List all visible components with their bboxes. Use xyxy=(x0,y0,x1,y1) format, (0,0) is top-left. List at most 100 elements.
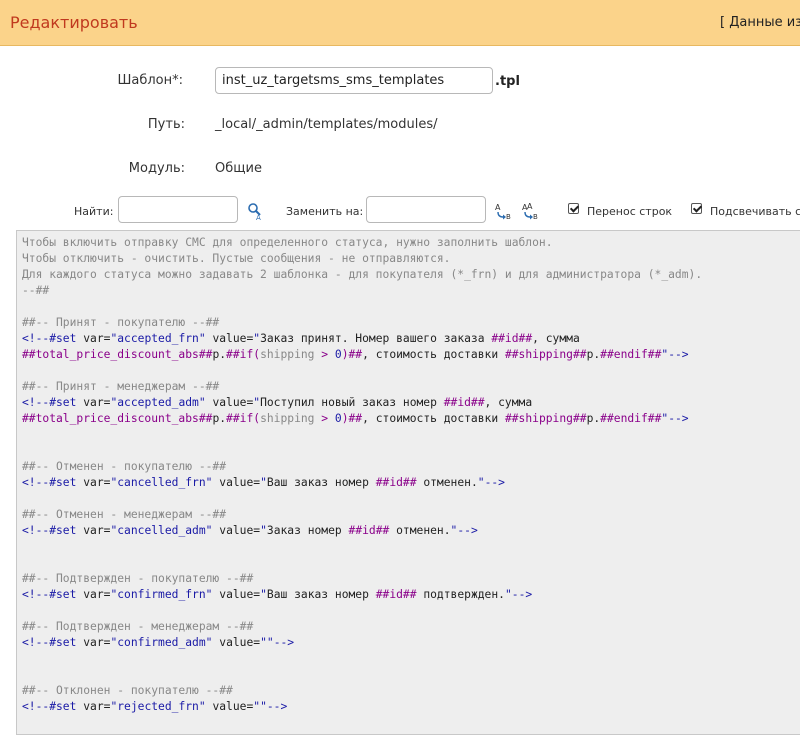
code-token: ##-- Подтвержден - менеджерам --## xyxy=(22,620,254,633)
code-token: --> xyxy=(668,348,689,361)
code-token: ##-- Отменен - покупателю --## xyxy=(22,460,227,473)
code-token: "rejected_frn" xyxy=(110,700,206,713)
code-token: Чтобы отключить - очистить. Пустые сообщ… xyxy=(22,252,451,265)
code-token: " xyxy=(260,524,267,537)
code-token: 0 xyxy=(334,348,342,361)
replace-all-icon[interactable]: A A B xyxy=(521,201,541,221)
wrap-lines-checkbox[interactable] xyxy=(568,203,579,214)
code-token: var= xyxy=(83,476,111,489)
code-token: Чтобы включить отправку СМС для определе… xyxy=(22,236,553,249)
code-token: "accepted_adm" xyxy=(110,396,206,409)
code-token: --> xyxy=(668,412,689,425)
code-token: <!--#set xyxy=(22,396,84,409)
code-token: var= xyxy=(83,636,111,649)
code-token: ##if( xyxy=(226,348,261,361)
code-token: ##id## xyxy=(491,332,533,345)
code-token: р. xyxy=(586,412,601,425)
code-token: р. xyxy=(212,348,227,361)
code-token: ##id## xyxy=(443,396,485,409)
highlight-checkbox[interactable] xyxy=(691,203,702,214)
replace-icon[interactable]: A B xyxy=(494,201,514,221)
code-token: --> xyxy=(273,636,295,649)
code-token: <!--#set xyxy=(22,700,84,713)
svg-text:B: B xyxy=(506,213,511,221)
code-token: shipping xyxy=(260,348,315,361)
code-token: ##-- Принят - покупателю --## xyxy=(22,316,220,329)
code-token: отменен. xyxy=(416,476,478,489)
code-token: --> xyxy=(484,476,505,489)
code-token: Ваш заказ номер xyxy=(266,476,376,489)
code-line: <!--#set var="accepted_frn" value="Заказ… xyxy=(22,331,800,347)
code-token: р. xyxy=(212,412,227,425)
template-label: Шаблон*: xyxy=(117,73,183,88)
code-line: ##total_price_discount_abs##р.##if(shipp… xyxy=(22,347,800,363)
code-token: value= xyxy=(212,588,261,601)
code-token: <!--#set xyxy=(22,524,84,537)
path-value: _local/_admin/templates/modules/ xyxy=(215,117,438,132)
code-token: ##endif## xyxy=(600,412,662,425)
code-token: value= xyxy=(205,700,254,713)
code-token: " xyxy=(504,588,512,601)
code-token: value= xyxy=(205,396,254,409)
code-token: value= xyxy=(212,636,261,649)
svg-text:A: A xyxy=(527,202,533,211)
wrap-lines-label: Перенос строк xyxy=(587,205,673,218)
code-token: --## xyxy=(22,284,50,297)
module-label: Модуль: xyxy=(128,161,185,176)
code-token: <!--#set xyxy=(22,588,84,601)
data-from-link[interactable]: [ Данные из xyxy=(720,15,800,30)
code-token: " xyxy=(477,476,485,489)
code-token: Для каждого статуса можно задавать 2 шаб… xyxy=(22,268,703,281)
code-line: ##-- Отменен - покупателю --## xyxy=(22,459,800,475)
code-token: Заказ номер xyxy=(266,524,349,537)
code-line: ##-- Принят - менеджерам --## xyxy=(22,379,800,395)
code-token: " xyxy=(260,588,267,601)
code-token: ##total_price_discount_abs## xyxy=(22,348,213,361)
code-line: --## xyxy=(22,283,800,299)
code-token: value= xyxy=(205,332,254,345)
code-token: > xyxy=(314,348,335,361)
code-token: "accepted_frn" xyxy=(110,332,206,345)
code-line: Для каждого статуса можно задавать 2 шаб… xyxy=(22,267,800,283)
code-token: <!--#set xyxy=(22,476,84,489)
code-token: "confirmed_frn" xyxy=(110,588,213,601)
svg-text:B: B xyxy=(533,213,538,221)
svg-text:A: A xyxy=(256,214,261,221)
code-token: р. xyxy=(586,348,601,361)
code-token: value= xyxy=(212,524,261,537)
code-line: <!--#set var="accepted_adm" value="Посту… xyxy=(22,395,800,411)
code-editor[interactable]: Чтобы включить отправку СМС для определе… xyxy=(16,230,800,735)
code-line: ##-- Отменен - менеджерам --## xyxy=(22,507,800,523)
code-token: shipping xyxy=(260,412,315,425)
code-token: "cancelled_frn" xyxy=(110,476,213,489)
path-label: Путь: xyxy=(147,117,185,132)
code-token: var= xyxy=(83,524,111,537)
code-token: <!--#set xyxy=(22,636,84,649)
code-token: , стоимость доставки xyxy=(362,412,505,425)
code-line: ##-- Отклонен - покупателю --## xyxy=(22,683,800,699)
code-line: <!--#set var="confirmed_adm" value=""--> xyxy=(22,635,800,651)
code-line: ##total_price_discount_abs##р.##if(shipp… xyxy=(22,411,800,427)
code-token: "" xyxy=(260,636,274,649)
code-token: )## xyxy=(341,412,363,425)
find-icon[interactable]: A xyxy=(246,201,266,222)
code-token: var= xyxy=(83,588,111,601)
code-token: ##shipping## xyxy=(504,348,587,361)
highlight-label: Подсвечивать с xyxy=(710,205,800,218)
svg-text:A: A xyxy=(495,203,501,212)
code-token: ##id## xyxy=(375,588,417,601)
code-token: Поступил новый заказ номер xyxy=(260,396,444,409)
code-line: <!--#set var="cancelled_frn" value="Ваш … xyxy=(22,475,800,491)
replace-input[interactable] xyxy=(366,196,486,223)
template-name-input[interactable] xyxy=(215,67,493,94)
code-token: Ваш заказ номер xyxy=(266,588,376,601)
code-token: --> xyxy=(457,524,478,537)
code-token: ##-- Отклонен - покупателю --## xyxy=(22,684,233,697)
code-line: Чтобы отключить - очистить. Пустые сообщ… xyxy=(22,251,800,267)
find-input[interactable] xyxy=(118,196,238,223)
